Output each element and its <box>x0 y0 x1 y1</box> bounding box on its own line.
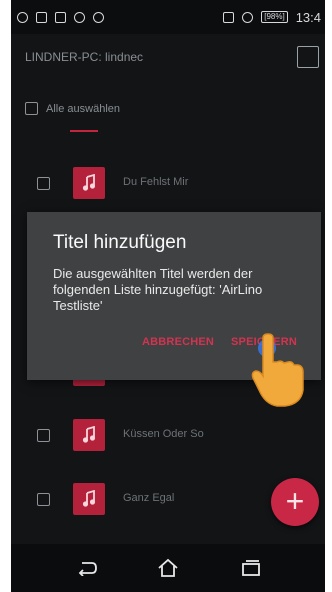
dialog-title: Titel hinzufügen <box>53 232 187 253</box>
wifi-icon <box>242 11 254 23</box>
nfc-icon <box>223 11 235 23</box>
song-checkbox[interactable] <box>37 429 50 442</box>
song-checkbox[interactable] <box>37 177 50 190</box>
tap-hand-icon <box>251 333 304 407</box>
usb-icon <box>17 11 28 23</box>
music-note-icon <box>73 483 105 515</box>
music-note-icon <box>73 419 105 451</box>
overflow-menu-icon[interactable] <box>297 46 319 68</box>
calendar-icon <box>36 11 47 23</box>
song-title: Küssen Oder So <box>123 428 204 440</box>
add-fab-button[interactable]: + <box>271 478 319 526</box>
status-bar: [98%] 13:4 <box>11 0 325 34</box>
cancel-button[interactable]: ABBRECHEN <box>142 336 214 348</box>
recents-icon[interactable] <box>237 554 265 582</box>
clock: 13:4 <box>295 9 321 25</box>
select-all[interactable]: Alle auswählen <box>25 102 120 115</box>
message-icon <box>55 11 66 23</box>
sync-icon <box>74 11 85 23</box>
android-icon <box>93 11 104 23</box>
home-icon[interactable] <box>154 554 182 582</box>
back-icon[interactable] <box>73 554 101 582</box>
notification-icons <box>11 11 104 23</box>
song-checkbox[interactable] <box>37 493 50 506</box>
music-note-icon <box>73 167 105 199</box>
battery-indicator: [98%] <box>261 11 288 23</box>
select-all-label: Alle auswählen <box>46 102 120 115</box>
header-title: LINDNER-PC: lindnec <box>25 50 144 64</box>
app-header: LINDNER-PC: lindnec <box>11 34 325 82</box>
select-all-checkbox[interactable] <box>25 102 38 115</box>
song-title: Du Fehlst Mir <box>123 176 189 188</box>
list-item[interactable]: Küssen Oder So <box>11 410 325 462</box>
phone-screen: [98%] 13:4 LINDNER-PC: lindnec Alle ausw… <box>11 0 325 592</box>
accent-divider <box>70 130 98 132</box>
navigation-bar <box>11 544 325 592</box>
song-title: Ganz Egal <box>123 492 175 504</box>
dialog-message: Die ausgewählten Titel werden der folgen… <box>53 266 263 313</box>
list-item[interactable]: Du Fehlst Mir <box>11 158 325 210</box>
system-icons: [98%] 13:4 <box>223 10 325 25</box>
